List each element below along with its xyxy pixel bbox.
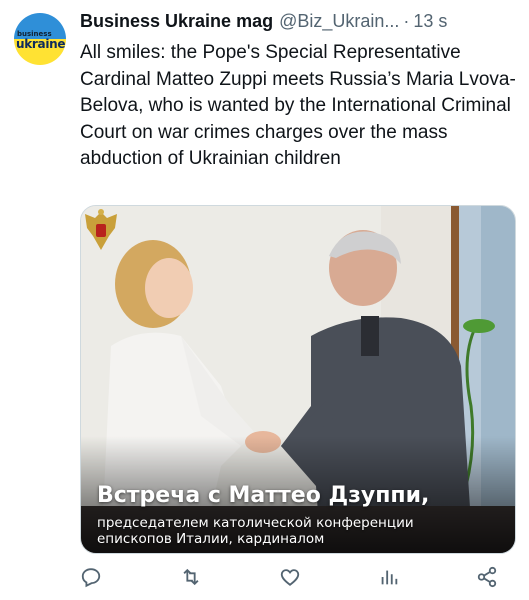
like-button[interactable] <box>279 566 303 590</box>
tweet-media-image[interactable]: Встреча с Маттео Дзуппи, председателем к… <box>80 205 516 554</box>
retweet-icon <box>183 568 199 586</box>
media-caption-subtitle: председателем католической конференции е… <box>97 515 414 547</box>
avatar-logo-big: ukraine <box>16 37 66 51</box>
media-caption-title: Встреча с Маттео Дзуппи, <box>97 483 430 508</box>
views-icon <box>381 570 398 585</box>
tweet-header: Business Ukraine mag @Biz_Ukrain... · 13… <box>80 11 515 35</box>
like-icon <box>280 569 300 586</box>
coat-of-arms-icon <box>85 209 117 250</box>
share-button[interactable] <box>476 566 500 590</box>
views-button[interactable] <box>378 566 402 590</box>
display-name[interactable]: Business Ukraine mag <box>80 11 273 32</box>
timestamp[interactable]: 13 s <box>413 11 447 32</box>
user-handle[interactable]: @Biz_Ukrain... <box>279 11 399 32</box>
reply-button[interactable] <box>80 566 104 590</box>
reply-icon <box>81 568 101 588</box>
avatar[interactable]: business ukraine <box>14 13 66 65</box>
share-icon <box>477 566 497 588</box>
separator-dot: · <box>403 11 410 31</box>
retweet-button[interactable] <box>180 566 204 590</box>
tweet-actions <box>80 566 516 590</box>
tweet-text: All smiles: the Pope's Special Represent… <box>80 42 516 169</box>
